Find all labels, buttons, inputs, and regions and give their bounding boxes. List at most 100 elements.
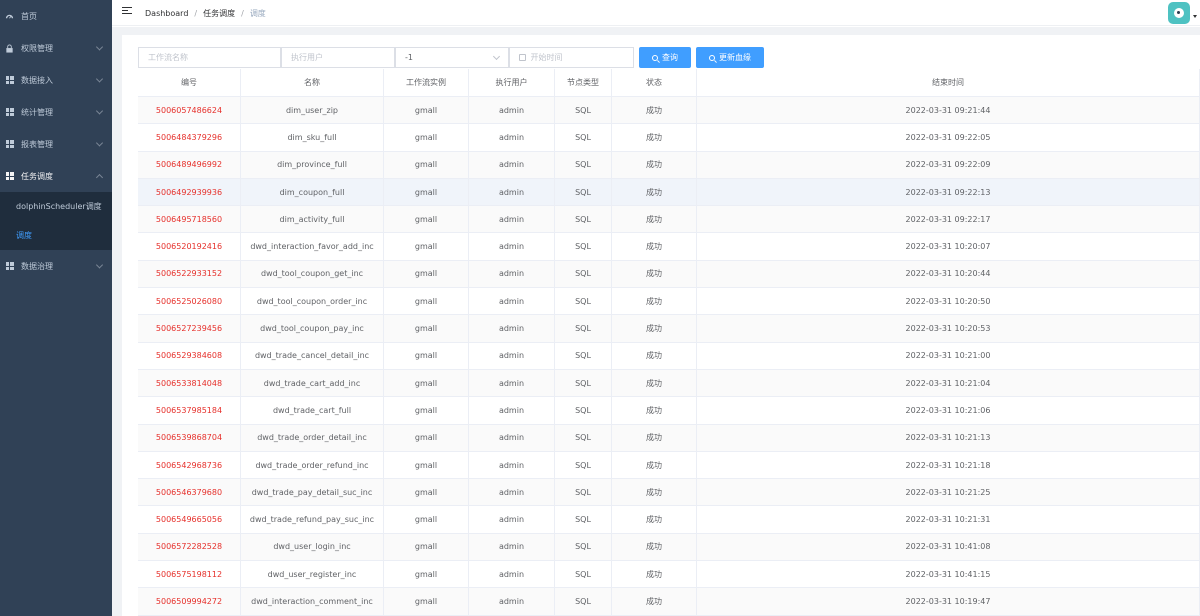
update-lineage-button[interactable]: 更新血缘	[696, 47, 764, 68]
exec-user: admin	[498, 351, 525, 361]
table-cell: admin	[469, 588, 555, 615]
table-row[interactable]: 5006492939936 dim_coupon_full gmall admin SQ…	[138, 178, 1200, 207]
sidebar-item-scheduling[interactable]: 任务调度	[0, 160, 112, 192]
hamburger-icon[interactable]	[122, 7, 132, 17]
task-id-link[interactable]: 5006572282528	[156, 542, 222, 551]
sidebar-item-governance[interactable]: 数据治理	[0, 250, 112, 282]
table-cell: 成功	[612, 369, 697, 397]
table-row[interactable]: 5006549665056 dwd_trade_refund_pay_suc_in…	[138, 506, 1200, 534]
exec-user: admin	[498, 214, 525, 224]
table-row[interactable]: 5006533814048 dwd_trade_cart_add_inc gmall…	[138, 369, 1200, 398]
task-id-link[interactable]: 5006537985184	[156, 406, 222, 415]
task-id-link[interactable]: 5006533814048	[156, 379, 222, 388]
table-cell: 5006520192416	[138, 233, 241, 260]
exec-user: admin	[498, 569, 525, 579]
exec-user: admin	[498, 296, 525, 306]
table-cell: SQL	[555, 506, 612, 533]
table-cell: 成功	[612, 233, 697, 260]
sidebar-subitem-dolphin[interactable]: dolphinScheduler调度	[0, 192, 112, 221]
task-name: dwd_tool_coupon_get_inc	[260, 269, 364, 279]
table-row[interactable]: 5006539868704 dwd_trade_order_detail_inc g…	[138, 424, 1200, 452]
task-id-link[interactable]: 5006520192416	[156, 242, 222, 251]
task-id-link[interactable]: 5006525026080	[156, 297, 222, 306]
task-id-link[interactable]: 5006492939936	[156, 188, 222, 197]
task-id-link[interactable]: 5006549665056	[156, 515, 222, 524]
task-id-link[interactable]: 5006575198112	[156, 570, 222, 579]
task-id-link[interactable]: 5006484379296	[156, 133, 222, 142]
workflow-instance: gmall	[414, 542, 438, 552]
table-cell: dwd_trade_pay_detail_suc_inc	[241, 479, 384, 506]
workflow-name-input[interactable]	[148, 53, 280, 62]
table-row[interactable]: 5006542968736 dwd_trade_order_refund_inc g…	[138, 451, 1200, 480]
workflow-instance: gmall	[414, 296, 438, 306]
end-time: 2022-03-31 09:21:44	[905, 105, 991, 115]
node-type: SQL	[575, 378, 591, 388]
task-name: dwd_trade_order_refund_inc	[255, 460, 369, 470]
task-id-link[interactable]: 5006539868704	[156, 433, 222, 442]
table-row[interactable]: 5006509994272 dwd_interaction_comment_inc…	[138, 588, 1200, 616]
status: 成功	[646, 187, 662, 197]
task-id-link[interactable]: 5006057486624	[156, 106, 222, 115]
table-cell: admin	[469, 397, 555, 424]
workflow-instance: gmall	[414, 405, 438, 415]
table-row[interactable]: 5006489496992 dim_province_full gmall admin…	[138, 151, 1200, 179]
status-select[interactable]: -1	[395, 47, 509, 68]
table-row[interactable]: 5006520192416 dwd_interaction_favor_add_i…	[138, 233, 1200, 261]
status: 成功	[646, 433, 662, 443]
sidebar-subitem-schedule[interactable]: 调度	[0, 221, 112, 250]
exec-user-input[interactable]	[291, 53, 394, 62]
table-cell: 成功	[612, 451, 697, 479]
table-cell: admin	[469, 533, 555, 561]
table-row[interactable]: 5006546379680 dwd_trade_pay_detail_suc_in…	[138, 479, 1200, 507]
breadcrumb-item[interactable]: Dashboard	[145, 9, 188, 18]
start-time-input[interactable]	[530, 53, 633, 62]
start-time-picker[interactable]	[509, 47, 634, 68]
workflow-name-field[interactable]	[138, 47, 281, 68]
caret-down-icon[interactable]	[1193, 15, 1197, 18]
table-row[interactable]: 5006522933152 dwd_tool_coupon_get_inc gmal…	[138, 260, 1200, 289]
table-row[interactable]: 5006525026080 dwd_tool_coupon_order_inc gm…	[138, 288, 1200, 316]
table-cell: 成功	[612, 260, 697, 288]
table-row[interactable]: 5006484379296 dim_sku_full gmall admin SQL 成功…	[138, 124, 1200, 152]
exec-user: admin	[498, 596, 525, 606]
table-row[interactable]: 5006537985184 dwd_trade_cart_full gmall adm…	[138, 397, 1200, 425]
task-id-link[interactable]: 5006495718560	[156, 215, 222, 224]
task-id-link[interactable]: 5006529384608	[156, 351, 222, 360]
sidebar-item-home[interactable]: 首页	[0, 0, 112, 32]
avatar[interactable]	[1168, 2, 1190, 24]
table-row[interactable]: 5006572282528 dwd_user_login_inc gmall admi…	[138, 533, 1200, 562]
task-id-link[interactable]: 5006522933152	[156, 269, 222, 278]
table-row[interactable]: 5006527239456 dwd_tool_coupon_pay_inc gmal…	[138, 315, 1200, 343]
sidebar-item-permission[interactable]: 权限管理	[0, 32, 112, 64]
chevron-down-icon	[95, 107, 104, 115]
task-id-link[interactable]: 5006489496992	[156, 160, 222, 169]
table-cell: 2022-03-31 10:21:31	[697, 506, 1200, 533]
sidebar-item-reports[interactable]: 报表管理	[0, 128, 112, 160]
table-cell: dim_activity_full	[241, 206, 384, 233]
table-row[interactable]: 5006529384608 dwd_trade_cancel_detail_inc…	[138, 342, 1200, 370]
task-id-link[interactable]: 5006509994272	[156, 597, 222, 606]
exec-user-field[interactable]	[281, 47, 395, 68]
table-row[interactable]: 5006575198112 dwd_user_register_inc gmall a…	[138, 561, 1200, 589]
search-icon	[709, 54, 715, 61]
task-id-link[interactable]: 5006542968736	[156, 461, 222, 470]
sidebar-item-data-ingest[interactable]: 数据接入	[0, 64, 112, 96]
query-button[interactable]: 查询	[639, 47, 691, 68]
table-row[interactable]: 5006057486624 dim_user_zip gmall admin SQL 成功…	[138, 97, 1200, 125]
sidebar-item-label: 统计管理	[21, 107, 53, 117]
table-cell: SQL	[555, 124, 612, 151]
table-row[interactable]: 5006495718560 dim_activity_full gmall admin…	[138, 206, 1200, 234]
exec-user: admin	[498, 242, 525, 252]
table-cell: 成功	[612, 342, 697, 369]
task-name: dwd_tool_coupon_order_inc	[256, 296, 368, 306]
table-cell: SQL	[555, 561, 612, 588]
table-cell: 2022-03-31 09:22:09	[697, 151, 1200, 178]
table-cell: admin	[469, 206, 555, 233]
sidebar-item-statistics[interactable]: 统计管理	[0, 96, 112, 128]
table-cell: 5006527239456	[138, 315, 241, 342]
task-id-link[interactable]: 5006546379680	[156, 488, 222, 497]
task-id-link[interactable]: 5006527239456	[156, 324, 222, 333]
exec-user: admin	[498, 187, 525, 197]
table-cell: 5006549665056	[138, 506, 241, 533]
table-cell: 5006489496992	[138, 151, 241, 178]
